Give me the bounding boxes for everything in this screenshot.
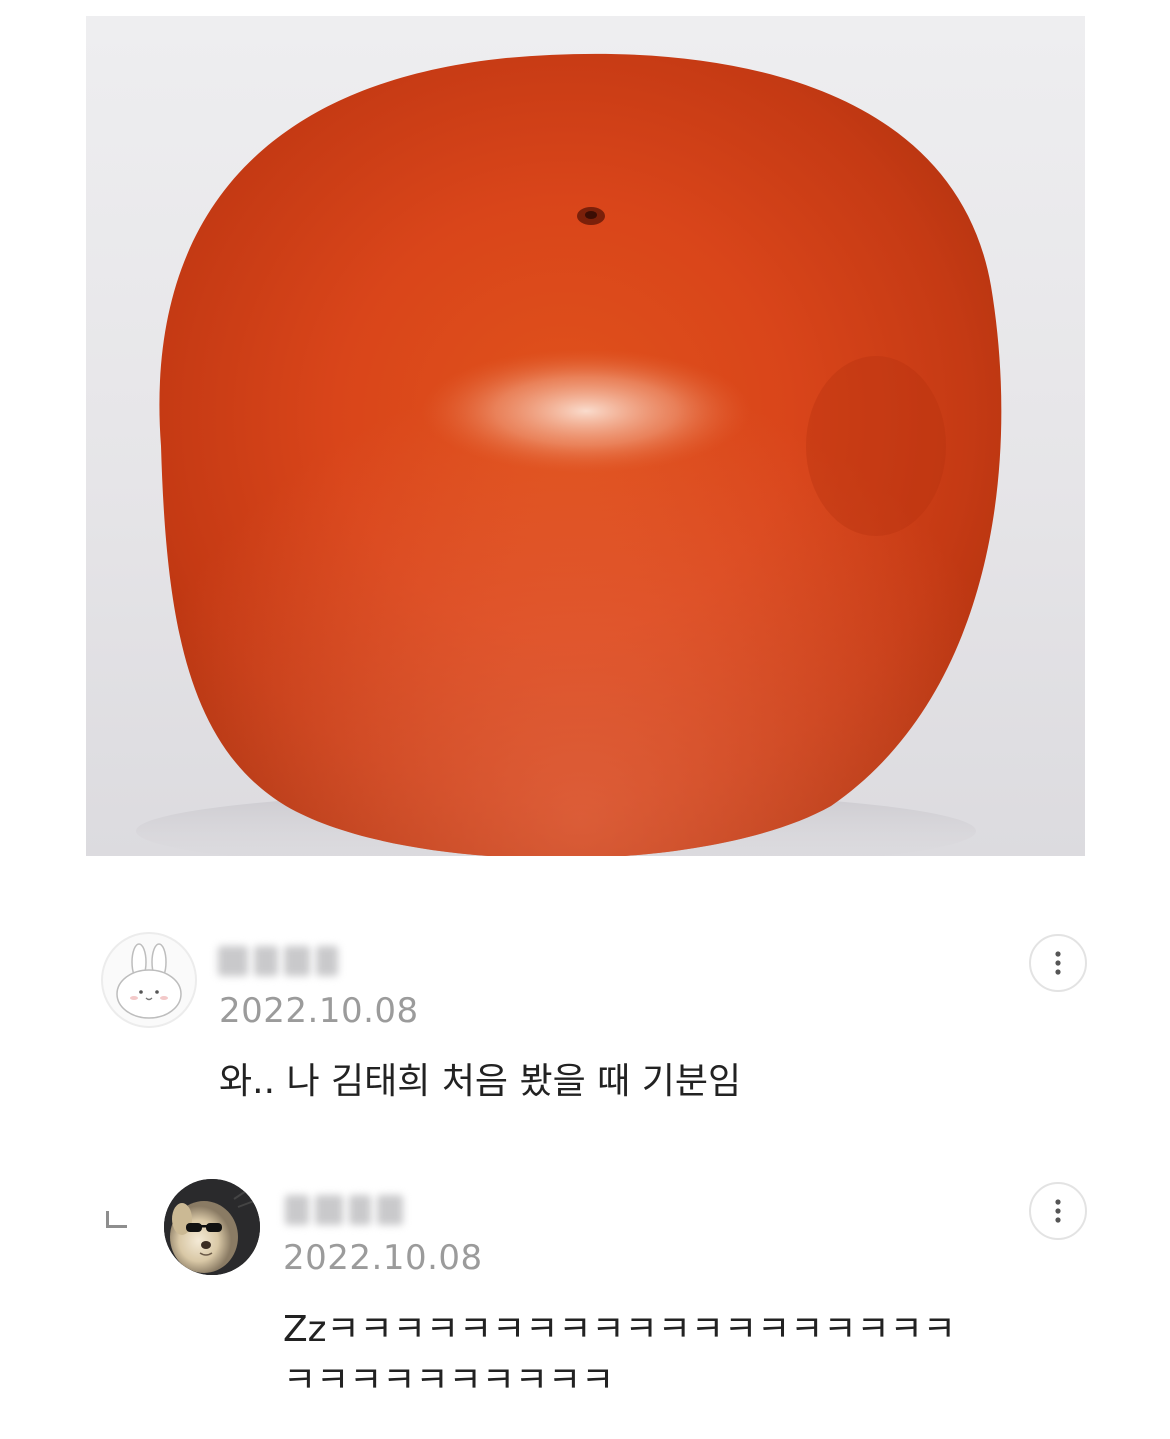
username-blurred <box>285 1193 403 1227</box>
reply-indicator-icon <box>106 1211 127 1228</box>
more-vertical-icon <box>1055 951 1061 975</box>
tomato-image <box>136 53 1002 856</box>
more-vertical-icon <box>1055 1199 1061 1223</box>
comment-date: 2022.10.08 <box>283 1238 483 1278</box>
dog-sunglasses-avatar-icon[interactable] <box>164 1179 260 1275</box>
username-blurred <box>218 944 338 978</box>
bunny-avatar-icon[interactable] <box>101 932 197 1028</box>
comment-text: 와.. 나 김태희 처음 봤을 때 기분임 <box>219 1061 742 1102</box>
comment-text-line-2: ㅋㅋㅋㅋㅋㅋㅋㅋㅋㅋ <box>283 1360 615 1401</box>
post-photo <box>86 16 1085 856</box>
more-options-button[interactable] <box>1029 934 1087 992</box>
comment-text-line-1: Zzㅋㅋㅋㅋㅋㅋㅋㅋㅋㅋㅋㅋㅋㅋㅋㅋㅋㅋㅋ <box>283 1309 956 1350</box>
comment-date: 2022.10.08 <box>219 991 419 1031</box>
more-options-button[interactable] <box>1029 1182 1087 1240</box>
